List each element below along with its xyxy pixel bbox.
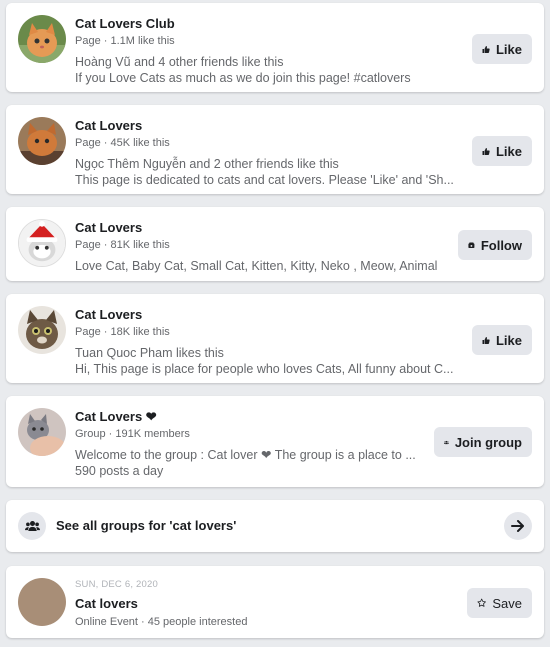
like-button-label: Like: [495, 143, 522, 159]
join-group-button-label: Join group: [454, 434, 522, 450]
follow-button-label: Follow: [480, 237, 522, 253]
page-description: If you Love Cats as much as we do join t…: [75, 71, 411, 85]
page-title[interactable]: Cat Lovers Club: [75, 15, 456, 32]
like-button-label: Like: [495, 41, 522, 57]
page-avatar[interactable]: [18, 219, 66, 267]
page-description: Love Cat, Baby Cat, Small Cat, Kitten, K…: [75, 259, 438, 273]
group-avatar[interactable]: [18, 408, 66, 456]
like-button-label: Like: [495, 332, 522, 348]
result-card[interactable]: Cat Lovers ❤ Group · 191K members Welcom…: [6, 396, 544, 487]
page-meta: Page · 81K like this: [75, 239, 170, 251]
page-avatar[interactable]: [18, 117, 66, 165]
group-title[interactable]: Cat Lovers ❤: [75, 408, 424, 425]
page-description: This page is dedicated to cats and cat l…: [75, 173, 454, 187]
group-meta: Group · 191K members: [75, 428, 190, 440]
page-avatar[interactable]: [18, 15, 66, 63]
save-button-label: Save: [492, 595, 522, 611]
page-description: Hi, This page is place for people who lo…: [75, 362, 454, 376]
page-meta: Page · 18K like this: [75, 326, 170, 338]
group-description: Welcome to the group : Cat lover ❤ The g…: [75, 448, 416, 462]
see-all-groups-link[interactable]: See all groups for 'cat lovers': [56, 518, 236, 533]
page-avatar[interactable]: [18, 306, 66, 354]
page-meta: Page · 45K like this: [75, 137, 170, 149]
friends-line: Tuan Quoc Pham likes this: [75, 346, 224, 360]
arrow-right-icon[interactable]: [504, 512, 532, 540]
page-meta: Page · 1.1M like this: [75, 35, 175, 47]
friends-line: Ngọc Thêm Nguyễn and 2 other friends lik…: [75, 157, 339, 171]
page-title[interactable]: Cat Lovers: [75, 306, 456, 323]
like-button[interactable]: Like: [472, 34, 532, 64]
group-icon: [444, 440, 449, 444]
like-button[interactable]: Like: [472, 136, 532, 166]
follow-button[interactable]: Follow: [458, 230, 532, 260]
friends-line: Hoàng Vũ and 4 other friends like this: [75, 55, 284, 69]
result-card[interactable]: Cat Lovers Page · 45K like this Ngọc Thê…: [6, 105, 544, 194]
star-icon: [477, 598, 486, 607]
event-date: SUN, DEC 6, 2020: [75, 579, 158, 590]
event-meta: Online Event · 45 people interested: [75, 616, 248, 628]
thumbs-up-icon: [482, 336, 490, 344]
follow-icon: [468, 242, 475, 248]
like-button[interactable]: Like: [472, 325, 532, 355]
thumbs-up-icon: [482, 45, 490, 53]
page-title[interactable]: Cat Lovers: [75, 117, 456, 134]
page-title[interactable]: Cat Lovers: [75, 219, 456, 236]
result-card[interactable]: Cat Lovers Club Page · 1.1M like this Ho…: [6, 3, 544, 92]
see-all-groups-card[interactable]: See all groups for 'cat lovers': [6, 500, 544, 552]
result-card[interactable]: Cat Lovers Page · 18K like this Tuan Quo…: [6, 294, 544, 383]
save-button[interactable]: Save: [467, 588, 532, 618]
group-icon: [18, 512, 46, 540]
event-avatar[interactable]: [18, 578, 66, 626]
thumbs-up-icon: [482, 147, 490, 155]
event-title[interactable]: Cat lovers: [75, 595, 456, 612]
join-group-button[interactable]: Join group: [434, 427, 532, 457]
group-activity: 590 posts a day: [75, 464, 164, 478]
event-card[interactable]: SUN, DEC 6, 2020 Cat lovers Online Event…: [6, 566, 544, 638]
result-card[interactable]: Cat Lovers Page · 81K like this Love Cat…: [6, 207, 544, 281]
